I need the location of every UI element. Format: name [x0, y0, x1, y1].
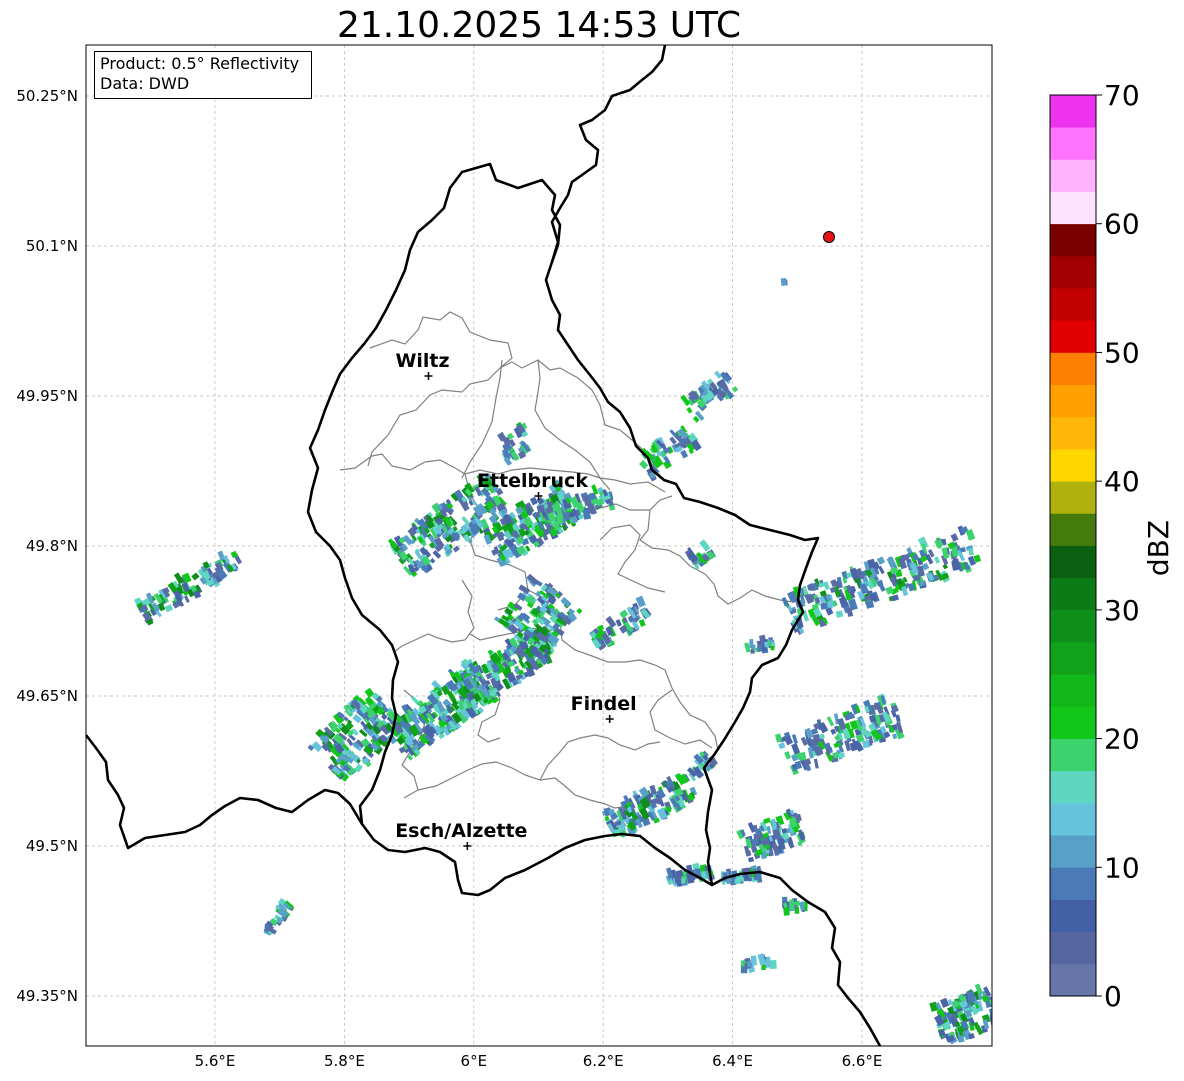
colorbar-ticks: 0 10 20 30 40 50 60 70: [1096, 79, 1140, 1013]
echo-cell: [994, 1020, 999, 1027]
lon-tick-label: 5.6°E: [195, 1052, 236, 1070]
lat-tick-label: 49.5°N: [26, 837, 78, 855]
colorbar-cell: [1050, 899, 1096, 933]
colorbar-cell: [1050, 352, 1096, 386]
echo-cell: [750, 649, 755, 654]
echo-cell: [743, 874, 751, 882]
city-label: Findel: [571, 693, 637, 715]
colorbar-tick-label: 30: [1104, 594, 1140, 627]
echo-cell: [991, 1007, 992, 1015]
colorbar-tick-label: 70: [1104, 79, 1140, 112]
colorbar-cell: [1050, 738, 1096, 772]
colorbar-cell: [1050, 320, 1096, 353]
lat-tick-label: 49.8°N: [26, 537, 78, 555]
colorbar-cell: [1050, 159, 1096, 192]
colorbar-tick-label: 0: [1104, 980, 1122, 1013]
lon-tick-label: 6.4°E: [712, 1052, 753, 1070]
colorbar-cells: [1050, 95, 1096, 997]
echo-cell: [734, 878, 741, 884]
echo-cell: [761, 965, 766, 970]
colorbar-cell: [1050, 931, 1096, 965]
colorbar-cell: [1050, 577, 1096, 611]
lat-tick-label: 49.65°N: [16, 687, 78, 705]
colorbar-cell: [1050, 835, 1096, 868]
colorbar-cell: [1050, 802, 1096, 836]
colorbar-cell: [1050, 513, 1096, 546]
lat-tick-label: 50.1°N: [26, 237, 78, 255]
lon-tick-label: 6°E: [461, 1052, 488, 1070]
echo-cell: [751, 644, 756, 650]
colorbar-cell: [1050, 288, 1096, 321]
colorbar-tick-label: 60: [1104, 208, 1140, 241]
colorbar-cell: [1050, 384, 1096, 418]
radar-site-marker: [823, 231, 835, 243]
echo-cell: [960, 547, 966, 553]
city-label: Wiltz: [395, 350, 449, 372]
colorbar-cell: [1050, 674, 1096, 707]
colorbar-cell: [1050, 867, 1096, 900]
radar-map: Wiltz Ettelbruck Findel Esch/Alzette 50.25°…: [16, 44, 1000, 1070]
colorbar-frame: [1049, 94, 1097, 997]
colorbar-cell: [1050, 127, 1096, 160]
colorbar-tick-label: 10: [1104, 851, 1140, 884]
echo-cell: [756, 645, 763, 652]
lon-tick-label: 6.2°E: [583, 1052, 624, 1070]
product-label: Product: 0.5° Reflectivity: [100, 54, 300, 73]
city-label: Ettelbruck: [477, 470, 588, 492]
colorbar-cell: [1050, 255, 1096, 289]
colorbar-cell: [1050, 95, 1096, 128]
colorbar-cell: [1050, 448, 1096, 482]
colorbar-label: dBZ: [1142, 520, 1175, 576]
city-label: Esch/Alzette: [395, 820, 527, 842]
colorbar-cell: [1050, 770, 1096, 804]
echo-cell: [780, 277, 787, 286]
lat-tick-label: 49.95°N: [16, 387, 78, 405]
echo-cell: [820, 602, 829, 610]
colorbar-cell: [1050, 481, 1096, 514]
colorbar-cell: [1050, 191, 1096, 225]
lat-tick-label: 50.25°N: [16, 87, 78, 105]
lon-tick-label: 6.6°E: [842, 1052, 883, 1070]
data-source-label: Data: DWD: [100, 74, 190, 93]
colorbar-cell: [1050, 963, 1096, 997]
product-info-box: Product: 0.5° Reflectivity Data: DWD: [94, 51, 312, 99]
colorbar-cell: [1050, 223, 1096, 257]
echo-cell: [681, 878, 686, 884]
colorbar-cell: [1050, 706, 1096, 739]
echo-cell: [770, 645, 775, 651]
echo-cell: [994, 1012, 1000, 1022]
colorbar-tick-label: 40: [1104, 465, 1140, 498]
colorbar-tick-label: 20: [1104, 723, 1140, 756]
colorbar-cell: [1050, 545, 1096, 579]
lat-tick-label: 49.35°N: [16, 987, 78, 1005]
colorbar-tick-label: 50: [1104, 336, 1140, 369]
echo-cell: [789, 899, 795, 911]
echo-cell: [764, 641, 769, 648]
echo-cell: [783, 907, 790, 916]
echo-cell: [862, 739, 871, 749]
colorbar-cell: [1050, 609, 1096, 643]
colorbar-cell: [1050, 416, 1096, 450]
lon-tick-label: 5.8°E: [324, 1052, 365, 1070]
colorbar-cell: [1050, 642, 1096, 675]
